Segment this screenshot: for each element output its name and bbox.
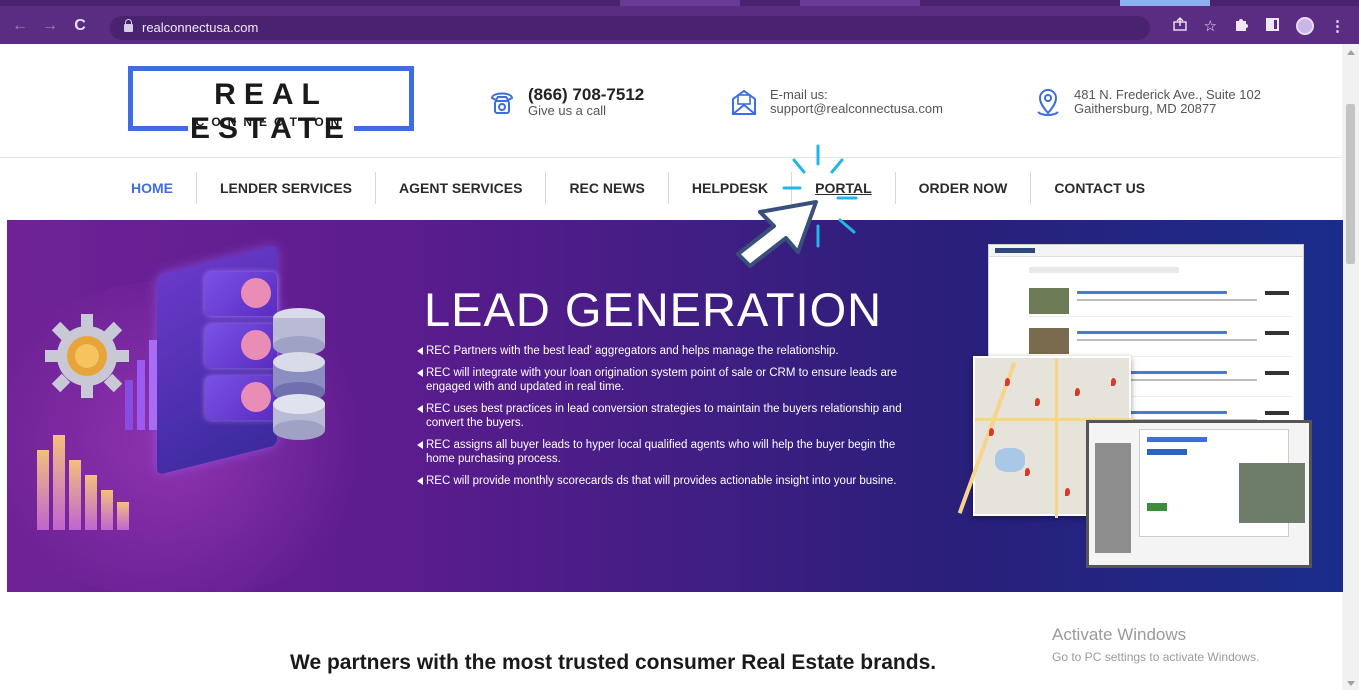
profile-avatar[interactable] [1296,17,1314,35]
menu-icon[interactable]: ⋮ [1330,17,1345,35]
nav-item-home[interactable]: HOME [108,172,197,204]
scroll-thumb[interactable] [1346,104,1355,264]
phone-caption: Give us a call [528,103,607,118]
hero-bullet: REC Partners with the best lead' aggrega… [417,344,917,358]
pointer-cursor-icon [736,144,858,268]
hero-bullet: REC uses best practices in lead conversi… [417,402,917,430]
profile-card [205,324,277,368]
email-label: E-mail us: [770,87,828,102]
hero-bullet-list: REC Partners with the best lead' aggrega… [417,344,917,496]
hero-bullet: REC will integrate with your loan origin… [417,366,917,394]
nav-item-agent-services[interactable]: AGENT SERVICES [376,172,547,204]
phone-contact[interactable]: (866) 708-7512 Give us a call [486,86,644,118]
bar-chart-graphic [37,420,147,530]
nav-item-rec-news[interactable]: REC NEWS [546,172,669,204]
hero-bullet: REC will provide monthly scorecards ds t… [417,474,917,488]
page-scrollbar[interactable] [1342,44,1359,690]
user-avatar-icon [241,330,271,360]
listing-row [1029,325,1293,357]
hero-bullet: REC assigns all buyer leads to hyper loc… [417,438,917,466]
gear-icon [45,314,129,398]
database-icon [273,308,325,440]
nav-item-order-now[interactable]: ORDER NOW [896,172,1032,204]
extensions-icon[interactable] [1233,16,1249,36]
address-contact: 481 N. Frederick Ave., Suite 102 Gaither… [1032,86,1261,118]
user-avatar-icon [241,278,271,308]
browser-tab[interactable] [620,0,740,6]
hero-title: LEAD GENERATION [424,283,883,336]
chart-bar [53,435,65,530]
profile-card [205,272,277,316]
phone-number[interactable]: (866) 708-7512 [528,86,644,104]
user-avatar-icon [241,382,271,412]
profile-card [205,376,277,420]
phone-icon [490,92,514,114]
star-icon[interactable]: ☆ [1204,17,1217,35]
scroll-up-arrow[interactable] [1347,50,1355,55]
activate-windows-watermark: Activate Windows Go to PC settings to ac… [1052,625,1259,665]
mail-icon [732,89,756,115]
lock-icon[interactable] [124,19,133,32]
header-divider [0,157,1342,158]
nav-item-lender-services[interactable]: LENDER SERVICES [197,172,376,204]
chart-bar [101,490,113,530]
listing-row [1029,285,1293,317]
share-icon[interactable] [1172,16,1188,36]
scroll-down-arrow[interactable] [1347,681,1355,686]
chart-bar [85,475,97,530]
url-text: realconnectusa.com [142,20,259,35]
address-line1: 481 N. Frederick Ave., Suite 102 [1074,87,1261,102]
browser-tab-active[interactable] [1120,0,1210,6]
chart-bar [37,450,49,530]
watermark-title: Activate Windows [1052,625,1187,644]
back-button[interactable]: ← [12,16,28,36]
watermark-subtitle: Go to PC settings to activate Windows. [1052,650,1260,664]
sidepanel-icon[interactable] [1265,17,1280,36]
logo-bracket-left [128,126,188,131]
logo-bracket-right [354,126,414,131]
site-logo[interactable]: REAL ESTATE CONNECTION [128,66,414,145]
tab-strip [0,0,1359,6]
main-nav: HOME LENDER SERVICES AGENT SERVICES REC … [108,172,1168,204]
search-screenshot [1086,420,1312,568]
location-pin-icon [1037,89,1059,116]
browser-toolbar: ← → C realconnectusa.com ☆ ⋮ [0,0,1359,44]
address-line2: Gaithersburg, MD 20877 [1074,101,1217,116]
chart-bar [117,502,129,530]
logo-word: REAL ESTATE [190,78,352,145]
partners-heading: We partners with the most trusted consum… [290,651,937,674]
nav-item-contact-us[interactable]: CONTACT US [1031,172,1168,204]
chart-bar [69,460,81,530]
browser-tab[interactable] [800,0,920,6]
reload-button[interactable]: C [72,16,88,36]
email-address[interactable]: support@realconnectusa.com [770,102,943,116]
forward-button[interactable]: → [42,16,58,36]
email-contact[interactable]: E-mail us: support@realconnectusa.com [728,86,943,118]
address-bar[interactable]: realconnectusa.com [110,16,1150,40]
hero-banner: LEAD GENERATION REC Partners with the be… [7,220,1343,592]
